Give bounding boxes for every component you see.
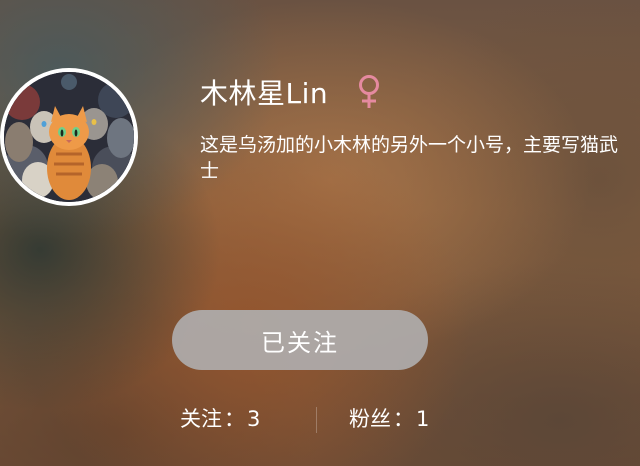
avatar[interactable] [0,68,138,206]
followers-count-stat[interactable]: 粉丝：1 [349,404,429,434]
profile-name-row: 木林星Lin [200,72,382,112]
following-separator: ： [224,407,245,431]
profile-bio: 这是乌汤加的小木林的另外一个小号，主要写猫武士 [200,134,619,182]
female-gender-icon [356,74,382,110]
blurred-background [0,0,640,466]
profile-name: 木林星Lin [200,77,329,110]
following-button[interactable]: 已关注 [172,310,428,370]
stats-divider [316,407,317,433]
warrior-cats-avatar-icon [4,72,134,202]
following-label: 关注 [180,407,222,431]
following-count-stat[interactable]: 关注：3 [180,404,260,434]
profile-stats: 关注：3 粉丝：1 [0,404,640,434]
followers-separator: ： [393,407,414,431]
followers-label: 粉丝 [349,407,391,431]
followers-count: 1 [416,407,430,431]
following-count: 3 [247,407,261,431]
